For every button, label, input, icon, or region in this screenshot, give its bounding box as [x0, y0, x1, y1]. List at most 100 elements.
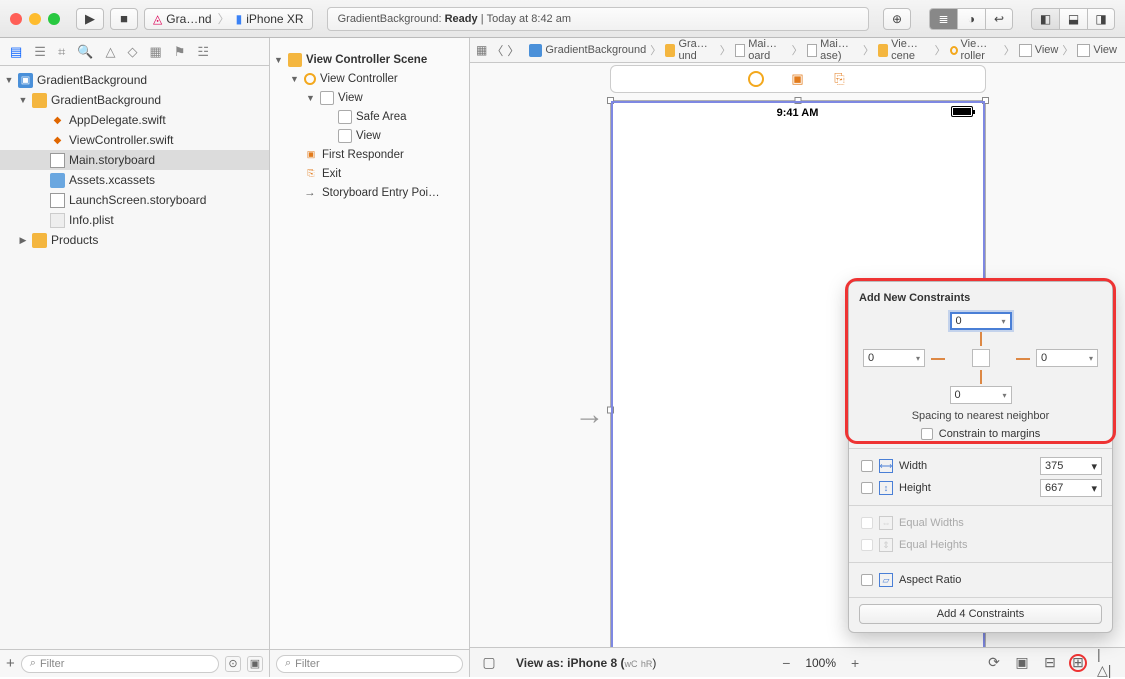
- library-button[interactable]: ⊕: [883, 8, 911, 30]
- file-row-viewcontroller[interactable]: ◆ ViewController.swift: [0, 130, 269, 150]
- bottom-strut[interactable]: [980, 370, 982, 384]
- right-spacing-field[interactable]: 0▾: [1036, 349, 1098, 367]
- recent-filter-button[interactable]: ⊙: [225, 656, 241, 672]
- stop-button[interactable]: ■: [110, 8, 138, 30]
- zoom-in-button[interactable]: +: [846, 654, 864, 672]
- crumb-scene[interactable]: Vie…cene: [876, 38, 933, 62]
- entry-point-row[interactable]: → Storyboard Entry Poi…: [270, 183, 469, 202]
- project-root-label: GradientBackground: [37, 73, 147, 87]
- height-checkbox[interactable]: [861, 482, 873, 494]
- safearea-row[interactable]: Safe Area: [270, 107, 469, 126]
- toggle-debug-button[interactable]: ⬓: [1059, 8, 1087, 30]
- project-root-row[interactable]: ▼ ▣ GradientBackground: [0, 70, 269, 90]
- viewcontroller-dock-icon[interactable]: [748, 71, 764, 87]
- exit-row[interactable]: ⎘ Exit: [270, 164, 469, 183]
- run-button[interactable]: ▶: [76, 8, 104, 30]
- crumb-group[interactable]: Gra…und: [663, 38, 717, 62]
- divider: [849, 448, 1112, 449]
- exit-dock-icon[interactable]: ⎘: [832, 71, 848, 87]
- crumb-project[interactable]: GradientBackground: [527, 44, 648, 57]
- top-strut[interactable]: [980, 332, 982, 346]
- scheme-target-label: Gra…nd: [166, 12, 211, 26]
- aspect-ratio-checkbox[interactable]: [861, 574, 873, 586]
- toggle-navigator-button[interactable]: ◧: [1031, 8, 1059, 30]
- target-icon: ◬: [153, 12, 162, 26]
- group-row[interactable]: ▼ GradientBackground: [0, 90, 269, 110]
- inner-view-row[interactable]: View: [270, 126, 469, 145]
- constrain-margins-row[interactable]: Constrain to margins: [859, 428, 1102, 440]
- right-strut[interactable]: [1016, 358, 1030, 360]
- embed-in-button[interactable]: ▣: [1013, 654, 1031, 672]
- left-spacing-field[interactable]: 0▾: [863, 349, 925, 367]
- file-label: Info.plist: [69, 213, 114, 227]
- crumb-view2[interactable]: View: [1075, 44, 1119, 57]
- products-group-row[interactable]: ▶ Products: [0, 230, 269, 250]
- symbol-navigator-tab[interactable]: ⌗: [58, 44, 65, 60]
- resolve-constraints-button[interactable]: |△|: [1097, 654, 1115, 672]
- file-row-launchscreen[interactable]: LaunchScreen.storyboard: [0, 190, 269, 210]
- update-frames-button[interactable]: ⟳: [985, 654, 1003, 672]
- align-button[interactable]: ⊟: [1041, 654, 1059, 672]
- issue-navigator-tab[interactable]: △: [105, 44, 115, 60]
- width-value-field[interactable]: 375▾: [1040, 457, 1102, 475]
- test-navigator-tab[interactable]: ◇: [127, 44, 137, 60]
- scene-row[interactable]: ▼ View Controller Scene: [270, 50, 469, 69]
- view-as-label[interactable]: View as: iPhone 8 (wC hR): [516, 656, 656, 670]
- chevron-down-icon: ▾: [1089, 354, 1093, 363]
- file-row-infoplist[interactable]: Info.plist: [0, 210, 269, 230]
- toggle-outline-button[interactable]: ▢: [480, 654, 498, 672]
- disclosure-icon[interactable]: ▼: [18, 95, 28, 105]
- equal-widths-label: Equal Widths: [899, 517, 1102, 529]
- crumb-vc[interactable]: Vie…roller: [948, 38, 1002, 62]
- minimize-window-button[interactable]: [29, 13, 41, 25]
- add-constraints-confirm-button[interactable]: Add 4 Constraints: [859, 604, 1102, 624]
- scm-filter-button[interactable]: ▣: [247, 656, 263, 672]
- crumb-view1[interactable]: View: [1017, 44, 1061, 57]
- back-button[interactable]: 〈: [491, 42, 503, 59]
- find-navigator-tab[interactable]: 🔍: [77, 44, 93, 60]
- first-responder-row[interactable]: ▣ First Responder: [270, 145, 469, 164]
- close-window-button[interactable]: [10, 13, 22, 25]
- report-navigator-tab[interactable]: ☳: [197, 44, 209, 60]
- height-value-field[interactable]: 667▾: [1040, 479, 1102, 497]
- safearea-label: Safe Area: [356, 111, 407, 123]
- bottom-spacing-field[interactable]: 0▾: [950, 386, 1012, 404]
- zoom-out-button[interactable]: −: [777, 654, 795, 672]
- standard-editor-button[interactable]: ≣: [929, 8, 957, 30]
- breakpoint-navigator-tab[interactable]: ⚑: [174, 44, 186, 60]
- debug-navigator-tab[interactable]: ▦: [149, 44, 161, 60]
- add-button[interactable]: +: [6, 655, 15, 672]
- width-checkbox[interactable]: [861, 460, 873, 472]
- outline-filter[interactable]: ⌕ Filter: [276, 655, 463, 673]
- zoom-window-button[interactable]: [48, 13, 60, 25]
- file-row-assets[interactable]: Assets.xcassets: [0, 170, 269, 190]
- left-strut[interactable]: [931, 358, 945, 360]
- first-responder-dock-icon[interactable]: ▣: [790, 71, 806, 87]
- related-items-button[interactable]: ▦: [476, 43, 487, 57]
- file-row-mainstoryboard[interactable]: Main.storyboard: [0, 150, 269, 170]
- disclosure-icon[interactable]: ▶: [18, 235, 28, 246]
- viewcontroller-row[interactable]: ▼ View Controller: [270, 69, 469, 88]
- navigator-tabs: ▤ ☰ ⌗ 🔍 △ ◇ ▦ ⚑ ☳: [0, 38, 269, 66]
- crumb-base[interactable]: Mai…ase): [805, 38, 861, 62]
- top-spacing-field[interactable]: 0▾: [950, 312, 1012, 330]
- disclosure-icon[interactable]: ▼: [274, 55, 284, 65]
- crumb-storyboard[interactable]: Mai…oard: [733, 38, 790, 62]
- constrain-margins-checkbox[interactable]: [921, 428, 933, 440]
- scheme-selector[interactable]: ◬ Gra…nd 〉 ▮ iPhone XR: [144, 8, 313, 30]
- add-constraints-button[interactable]: ⊞: [1069, 654, 1087, 672]
- project-navigator-tab[interactable]: ▤: [10, 44, 22, 60]
- disclosure-icon[interactable]: ▼: [290, 74, 300, 84]
- navigator-filter[interactable]: ⌕ Filter: [21, 655, 219, 673]
- disclosure-icon[interactable]: ▼: [306, 93, 316, 103]
- source-control-navigator-tab[interactable]: ☰: [34, 44, 46, 60]
- zoom-level[interactable]: 100%: [805, 656, 836, 670]
- assistant-editor-button[interactable]: ◑: [957, 8, 985, 30]
- toggle-inspector-button[interactable]: ◨: [1087, 8, 1115, 30]
- scene-dock[interactable]: ▣ ⎘: [610, 65, 986, 93]
- version-editor-button[interactable]: ↩: [985, 8, 1013, 30]
- view-row[interactable]: ▼ View: [270, 88, 469, 107]
- forward-button[interactable]: 〉: [507, 42, 519, 59]
- file-row-appdelegate[interactable]: ◆ AppDelegate.swift: [0, 110, 269, 130]
- disclosure-icon[interactable]: ▼: [4, 75, 14, 85]
